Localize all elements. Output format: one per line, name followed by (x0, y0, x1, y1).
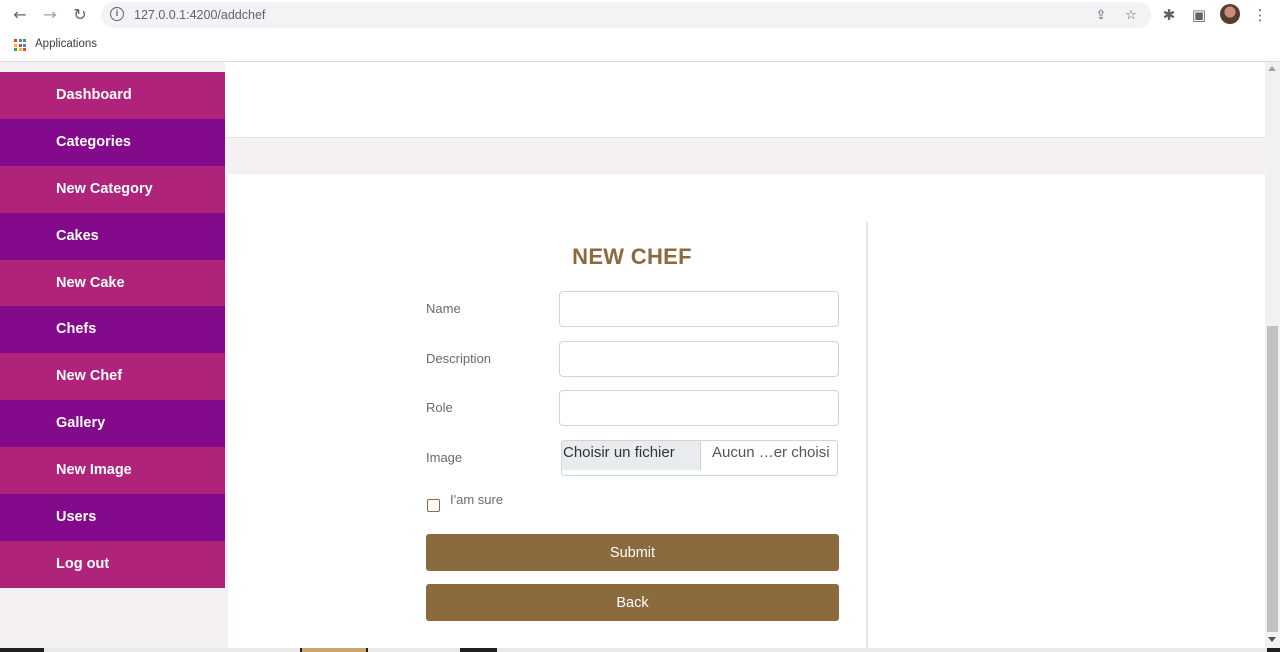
address-bar[interactable]: i 127.0.0.1:4200/addchef ⇪ ☆ (101, 2, 1151, 28)
file-status-text: Aucun …er choisi (712, 444, 830, 461)
sidebar-nav: Dashboard Categories New Category Cakes … (0, 72, 225, 588)
confirm-checkbox-label[interactable]: I'am sure (450, 492, 503, 507)
apps-grid-icon[interactable] (14, 39, 26, 51)
content-gap (225, 138, 1265, 174)
sidebar-item-dashboard[interactable]: Dashboard (0, 72, 225, 119)
name-input[interactable] (559, 291, 839, 327)
address-url[interactable]: 127.0.0.1:4200/addchef (134, 8, 265, 22)
browser-chrome: ← → ↻ i 127.0.0.1:4200/addchef ⇪ ☆ ✱ ▣ ⋮… (0, 0, 1280, 62)
sidebar-item-log-out[interactable]: Log out (0, 540, 225, 588)
role-label: Role (426, 400, 453, 415)
description-input[interactable] (559, 341, 839, 377)
reload-icon[interactable]: ↻ (68, 4, 92, 26)
taskbar-strip (0, 648, 1280, 652)
form-divider (866, 222, 868, 648)
role-input[interactable] (559, 390, 839, 426)
form-title: NEW CHEF (572, 244, 692, 269)
applications-bookmark[interactable]: Applications (35, 38, 97, 50)
sidebar-item-new-chef[interactable]: New Chef (0, 353, 225, 401)
sidebar-item-new-image[interactable]: New Image (0, 447, 225, 495)
back-button[interactable]: Back (426, 584, 839, 621)
scrollbar-thumb[interactable] (1267, 326, 1278, 632)
extensions-icon[interactable]: ✱ (1159, 5, 1179, 25)
site-info-icon[interactable]: i (110, 7, 124, 21)
description-label: Description (426, 351, 492, 366)
submit-button[interactable]: Submit (426, 534, 839, 571)
sidebar-item-new-cake[interactable]: New Cake (0, 259, 225, 307)
image-label: Image (426, 450, 463, 465)
confirm-checkbox[interactable] (427, 499, 440, 512)
browser-menu-icon[interactable]: ⋮ (1250, 5, 1270, 25)
choose-file-button[interactable]: Choisir un fichier (562, 441, 701, 470)
sidebar-item-gallery[interactable]: Gallery (0, 400, 225, 448)
browser-toolbar: ← → ↻ i 127.0.0.1:4200/addchef ⇪ ☆ ✱ ▣ ⋮ (0, 0, 1280, 30)
sidebar-item-users[interactable]: Users (0, 494, 225, 541)
profile-avatar[interactable] (1220, 4, 1240, 24)
sidebar-item-chefs[interactable]: Chefs (0, 306, 225, 354)
sidebar-item-categories[interactable]: Categories (0, 118, 225, 166)
bookmark-star-icon[interactable]: ☆ (1123, 8, 1139, 24)
side-panel-icon[interactable]: ▣ (1189, 5, 1209, 25)
image-file-input[interactable]: Choisir un fichier Aucun …er choisi (561, 440, 838, 476)
back-icon[interactable]: ← (8, 4, 32, 26)
name-label: Name (426, 301, 461, 316)
share-icon[interactable]: ⇪ (1093, 8, 1109, 24)
scroll-up-icon[interactable] (1268, 66, 1276, 71)
sidebar-item-new-category[interactable]: New Category (0, 165, 225, 213)
sidebar-item-cakes[interactable]: Cakes (0, 212, 225, 260)
top-header-panel (225, 62, 1265, 138)
forward-icon[interactable]: → (38, 4, 62, 26)
scroll-down-icon[interactable] (1268, 637, 1276, 642)
